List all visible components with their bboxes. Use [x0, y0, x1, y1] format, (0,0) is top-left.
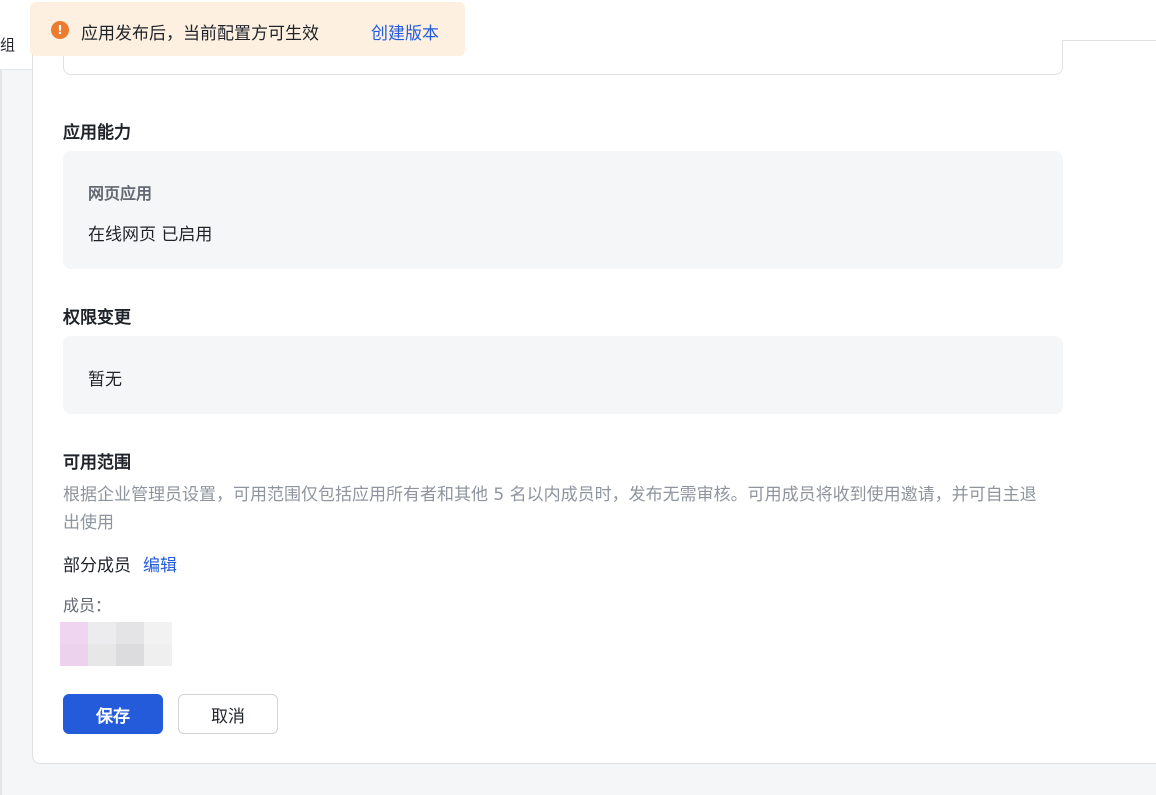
capability-title: 应用能力	[63, 123, 131, 143]
toast-message: 应用发布后，当前配置方可生效	[81, 24, 319, 44]
capability-status: 在线网页 已启用	[88, 225, 213, 245]
warning-circle-icon: !	[51, 21, 69, 39]
scope-selection: 部分成员	[63, 556, 131, 576]
members-label: 成员：	[63, 596, 112, 615]
permission-value: 暂无	[88, 370, 122, 390]
create-version-link[interactable]: 创建版本	[371, 19, 439, 44]
scope-edit-link[interactable]: 编辑	[143, 551, 177, 576]
member-avatar[interactable]	[60, 622, 172, 666]
capability-panel: 网页应用 在线网页 已启用	[63, 151, 1063, 269]
scope-description: 根据企业管理员设置，可用范围仅包括应用所有者和其他 5 名以内成员时，发布无需审…	[63, 485, 1037, 533]
capability-subtitle: 网页应用	[88, 184, 153, 203]
sidebar-text-fragment: 组	[0, 36, 16, 54]
sidebar-edge	[0, 70, 2, 795]
warning-toast: ! 应用发布后，当前配置方可生效 创建版本	[30, 2, 465, 56]
cancel-button[interactable]: 取消	[178, 694, 278, 734]
permission-panel: 暂无	[63, 336, 1063, 414]
permission-title: 权限变更	[63, 308, 131, 328]
save-button[interactable]: 保存	[63, 694, 163, 734]
scope-title: 可用范围	[63, 453, 131, 473]
